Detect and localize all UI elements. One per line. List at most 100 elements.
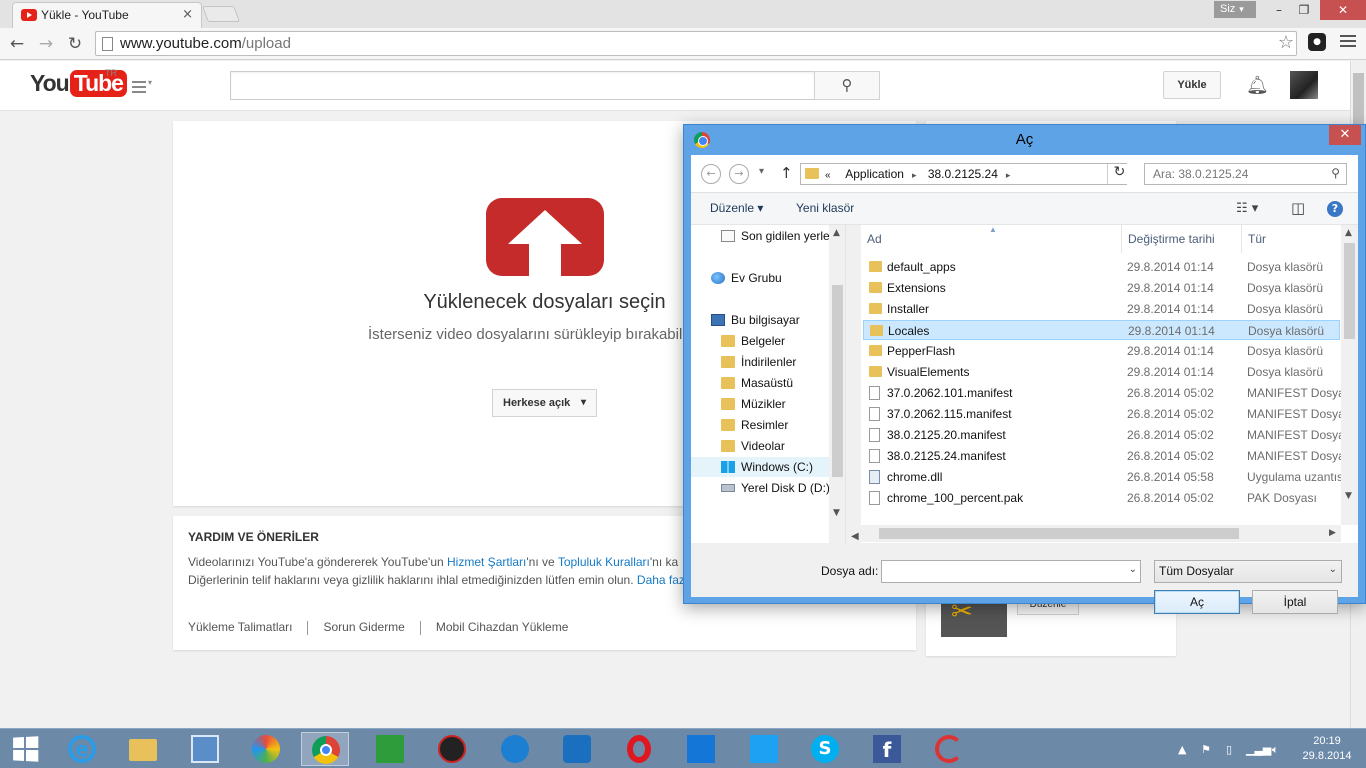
window-close-button[interactable]: ✕ [1320,0,1366,20]
view-options-icon[interactable]: ☷ ▾ [1236,201,1258,216]
games-app-icon[interactable] [428,732,476,766]
nav-item-videos[interactable]: Videolar [721,436,785,456]
opera-icon[interactable] [615,732,663,766]
nav-item-drive-c[interactable]: Windows (C:) [691,457,830,477]
new-tab-button[interactable] [202,6,240,22]
extension-icon[interactable]: ● [1308,33,1326,51]
upload-instructions-link[interactable]: Yükleme Talimatları [188,620,292,634]
privacy-dropdown[interactable]: Herkese açık [492,389,597,417]
help-icon[interactable]: ? [1327,201,1343,217]
nav-scrollbar[interactable]: ▲ ▼ [829,225,845,543]
nav-item-documents[interactable]: Belgeler [721,331,785,351]
browser-app-icon[interactable] [491,732,539,766]
upload-button[interactable]: Yükle [1163,71,1221,99]
file-row[interactable]: chrome.dll 26.8.2014 05:58 Uygulama uzantı… [863,467,1346,487]
recent-locations-icon[interactable]: ▾ [759,166,764,177]
file-row[interactable]: PepperFlash 29.8.2014 01:14 Dosya klasörü [863,341,1340,361]
reload-button[interactable]: ↻ [64,33,86,55]
folder-path-bar[interactable]: « Application▸ 38.0.2125.24▸ ⌄ [800,163,1127,185]
upload-arrow-icon[interactable] [486,198,604,276]
twitter-icon[interactable] [740,732,788,766]
file-row[interactable]: 37.0.2062.115.manifest 26.8.2014 05:02 MAN… [863,404,1354,424]
dialog-close-button[interactable]: ✕ [1329,125,1361,145]
file-row[interactable]: default_apps 29.8.2014 01:14 Dosya klasörü [863,257,1340,277]
new-folder-button[interactable]: Yeni klasör [796,201,854,215]
internet-explorer-icon[interactable]: e [58,732,106,766]
taskbar-clock[interactable]: 20:19 29.8.2014 [1302,734,1352,764]
file-list-hscrollbar[interactable]: ▶ [861,525,1341,542]
file-row[interactable]: VisualElements 29.8.2014 01:14 Dosya klasö… [863,362,1340,382]
tab-youtube-upload[interactable]: Yükle - YouTube × [12,2,202,28]
nav-item-this-pc[interactable]: Bu bilgisayar [711,310,800,330]
ccleaner-icon[interactable] [925,732,973,766]
back-icon[interactable]: ← [701,164,721,184]
forward-icon[interactable]: → [729,164,749,184]
organize-menu[interactable]: Düzenle ▾ [710,201,763,215]
mail-icon[interactable] [677,732,725,766]
terms-of-service-link[interactable]: Hizmet Şartları [447,555,526,569]
filetype-select[interactable]: Tüm Dosyalar ⌄ [1154,560,1342,583]
nav-item-desktop[interactable]: Masaüstü [721,373,793,393]
facebook-icon[interactable]: f [863,732,911,766]
file-row[interactable]: 38.0.2125.20.manifest 26.8.2014 05:02 MANI… [863,425,1354,445]
skype-icon[interactable]: S [801,732,849,766]
file-explorer-icon[interactable] [119,732,167,766]
battery-icon[interactable]: ▯ [1226,743,1232,756]
file-row[interactable]: 37.0.2062.101.manifest 26.8.2014 05:02 MAN… [863,383,1354,403]
up-folder-icon[interactable]: ↑ [780,164,793,182]
address-bar[interactable]: www.youtube.com/upload ☆ [95,31,1297,56]
filename-dropdown-icon[interactable]: ⌄ [1129,564,1137,575]
back-button[interactable]: ← [6,33,28,55]
nav-item-homegroup[interactable]: Ev Grubu [711,268,782,288]
control-panel-icon[interactable] [181,732,229,766]
start-button[interactable] [13,736,39,762]
nav-item-music[interactable]: Müzikler [721,394,786,414]
refresh-icon[interactable]: ↻ [1107,164,1131,184]
notifications-bell-icon[interactable]: 🔔︎ [1246,75,1269,96]
profile-button[interactable]: Siz [1214,1,1256,18]
guide-menu-icon[interactable] [132,78,156,93]
maximize-button[interactable]: ❐ [1291,0,1317,20]
volume-icon[interactable]: 🔈︎ [1272,743,1279,757]
nav-item-drive-d[interactable]: Yerel Disk D (D:) [721,478,830,498]
hscroll-left-icon[interactable]: ◀ [851,531,859,542]
chrome-menu-icon[interactable] [1340,35,1356,49]
column-date[interactable]: Değiştirme tarihi [1122,225,1242,253]
tray-expand-icon[interactable]: ▲ [1178,743,1186,756]
forward-button[interactable]: → [35,33,57,55]
file-row[interactable]: 38.0.2125.24.manifest 26.8.2014 05:02 MANI… [863,446,1354,466]
nav-item-pictures[interactable]: Resimler [721,415,788,435]
paint-icon[interactable] [242,732,290,766]
folder-search-input[interactable]: Ara: 38.0.2125.24 ⚲ [1144,163,1347,185]
preview-pane-icon[interactable]: ◫ [1291,199,1305,217]
file-row-selected[interactable]: Locales 29.8.2014 01:14 Dosya klasörü [863,320,1340,340]
file-row[interactable]: Extensions 29.8.2014 01:14 Dosya klasörü [863,278,1340,298]
nav-item-recent[interactable]: Son gidilen yerler [721,226,834,246]
avatar[interactable] [1290,71,1318,99]
learn-more-link[interactable]: Daha faz [637,573,685,587]
maxthon-icon[interactable] [553,732,601,766]
minimize-button[interactable]: – [1266,0,1292,20]
file-list-vscrollbar[interactable]: ▲ ▼ [1341,225,1358,525]
filename-input[interactable]: ⌄ [881,560,1141,583]
signal-icon[interactable]: ▁▃▅ [1246,743,1271,756]
dialog-titlebar[interactable]: Aç ✕ [684,125,1365,155]
bookmark-star-icon[interactable]: ☆ [1278,32,1294,53]
breadcrumb-version[interactable]: 38.0.2125.24 [928,167,998,181]
youtube-logo[interactable]: You Tube TR [30,68,127,100]
open-button[interactable]: Aç [1154,590,1240,614]
search-button[interactable]: ⚲ [814,71,880,100]
store-icon[interactable] [366,732,414,766]
cancel-button[interactable]: İptal [1252,590,1338,614]
nav-item-downloads[interactable]: İndirilenler [721,352,796,372]
file-row[interactable]: chrome_100_percent.pak 26.8.2014 05:02 PAK… [863,488,1340,508]
community-guidelines-link[interactable]: Topluluk Kuralları [558,555,650,569]
tab-close-icon[interactable]: × [182,7,193,22]
breadcrumb-application[interactable]: Application [845,167,904,181]
search-input[interactable] [230,71,815,100]
chrome-taskbar-icon[interactable] [301,732,349,766]
column-name[interactable]: Ad ▲ [861,225,1122,253]
troubleshooting-link[interactable]: Sorun Giderme [323,620,404,634]
mobile-upload-link[interactable]: Mobil Cihazdan Yükleme [436,620,569,634]
column-type[interactable]: Tür [1242,225,1341,253]
